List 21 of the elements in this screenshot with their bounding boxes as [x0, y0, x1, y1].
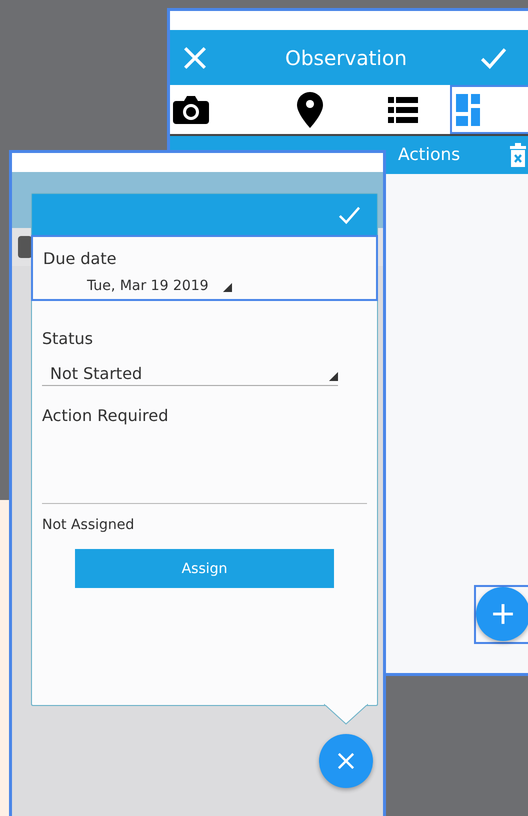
- date-value: Tue, Mar 19 2019: [87, 278, 209, 294]
- close-icon[interactable]: [182, 44, 208, 70]
- field-label: Action Required: [42, 406, 170, 425]
- dropdown-corner-icon: [222, 283, 232, 292]
- field-label: Status: [42, 329, 94, 348]
- add-button[interactable]: [476, 587, 528, 641]
- delete-icon[interactable]: [509, 143, 527, 167]
- grid-tab[interactable]: [450, 85, 528, 134]
- assignee-text: Not Assigned: [42, 517, 136, 533]
- dropdown-corner-icon: [329, 372, 338, 381]
- plus-icon: [492, 603, 514, 625]
- field-label: Due date: [43, 249, 118, 268]
- list-icon: [388, 96, 418, 122]
- status-dropdown[interactable]: Not Started: [42, 352, 338, 386]
- close-icon: [337, 752, 355, 770]
- dashboard-icon: [456, 92, 480, 128]
- section-title: Actions: [398, 145, 460, 165]
- due-date-field[interactable]: Due date Tue, Mar 19 2019: [31, 235, 378, 301]
- location-pin-icon: [297, 92, 324, 128]
- window-title: Observation: [284, 46, 408, 70]
- close-button[interactable]: [319, 734, 373, 788]
